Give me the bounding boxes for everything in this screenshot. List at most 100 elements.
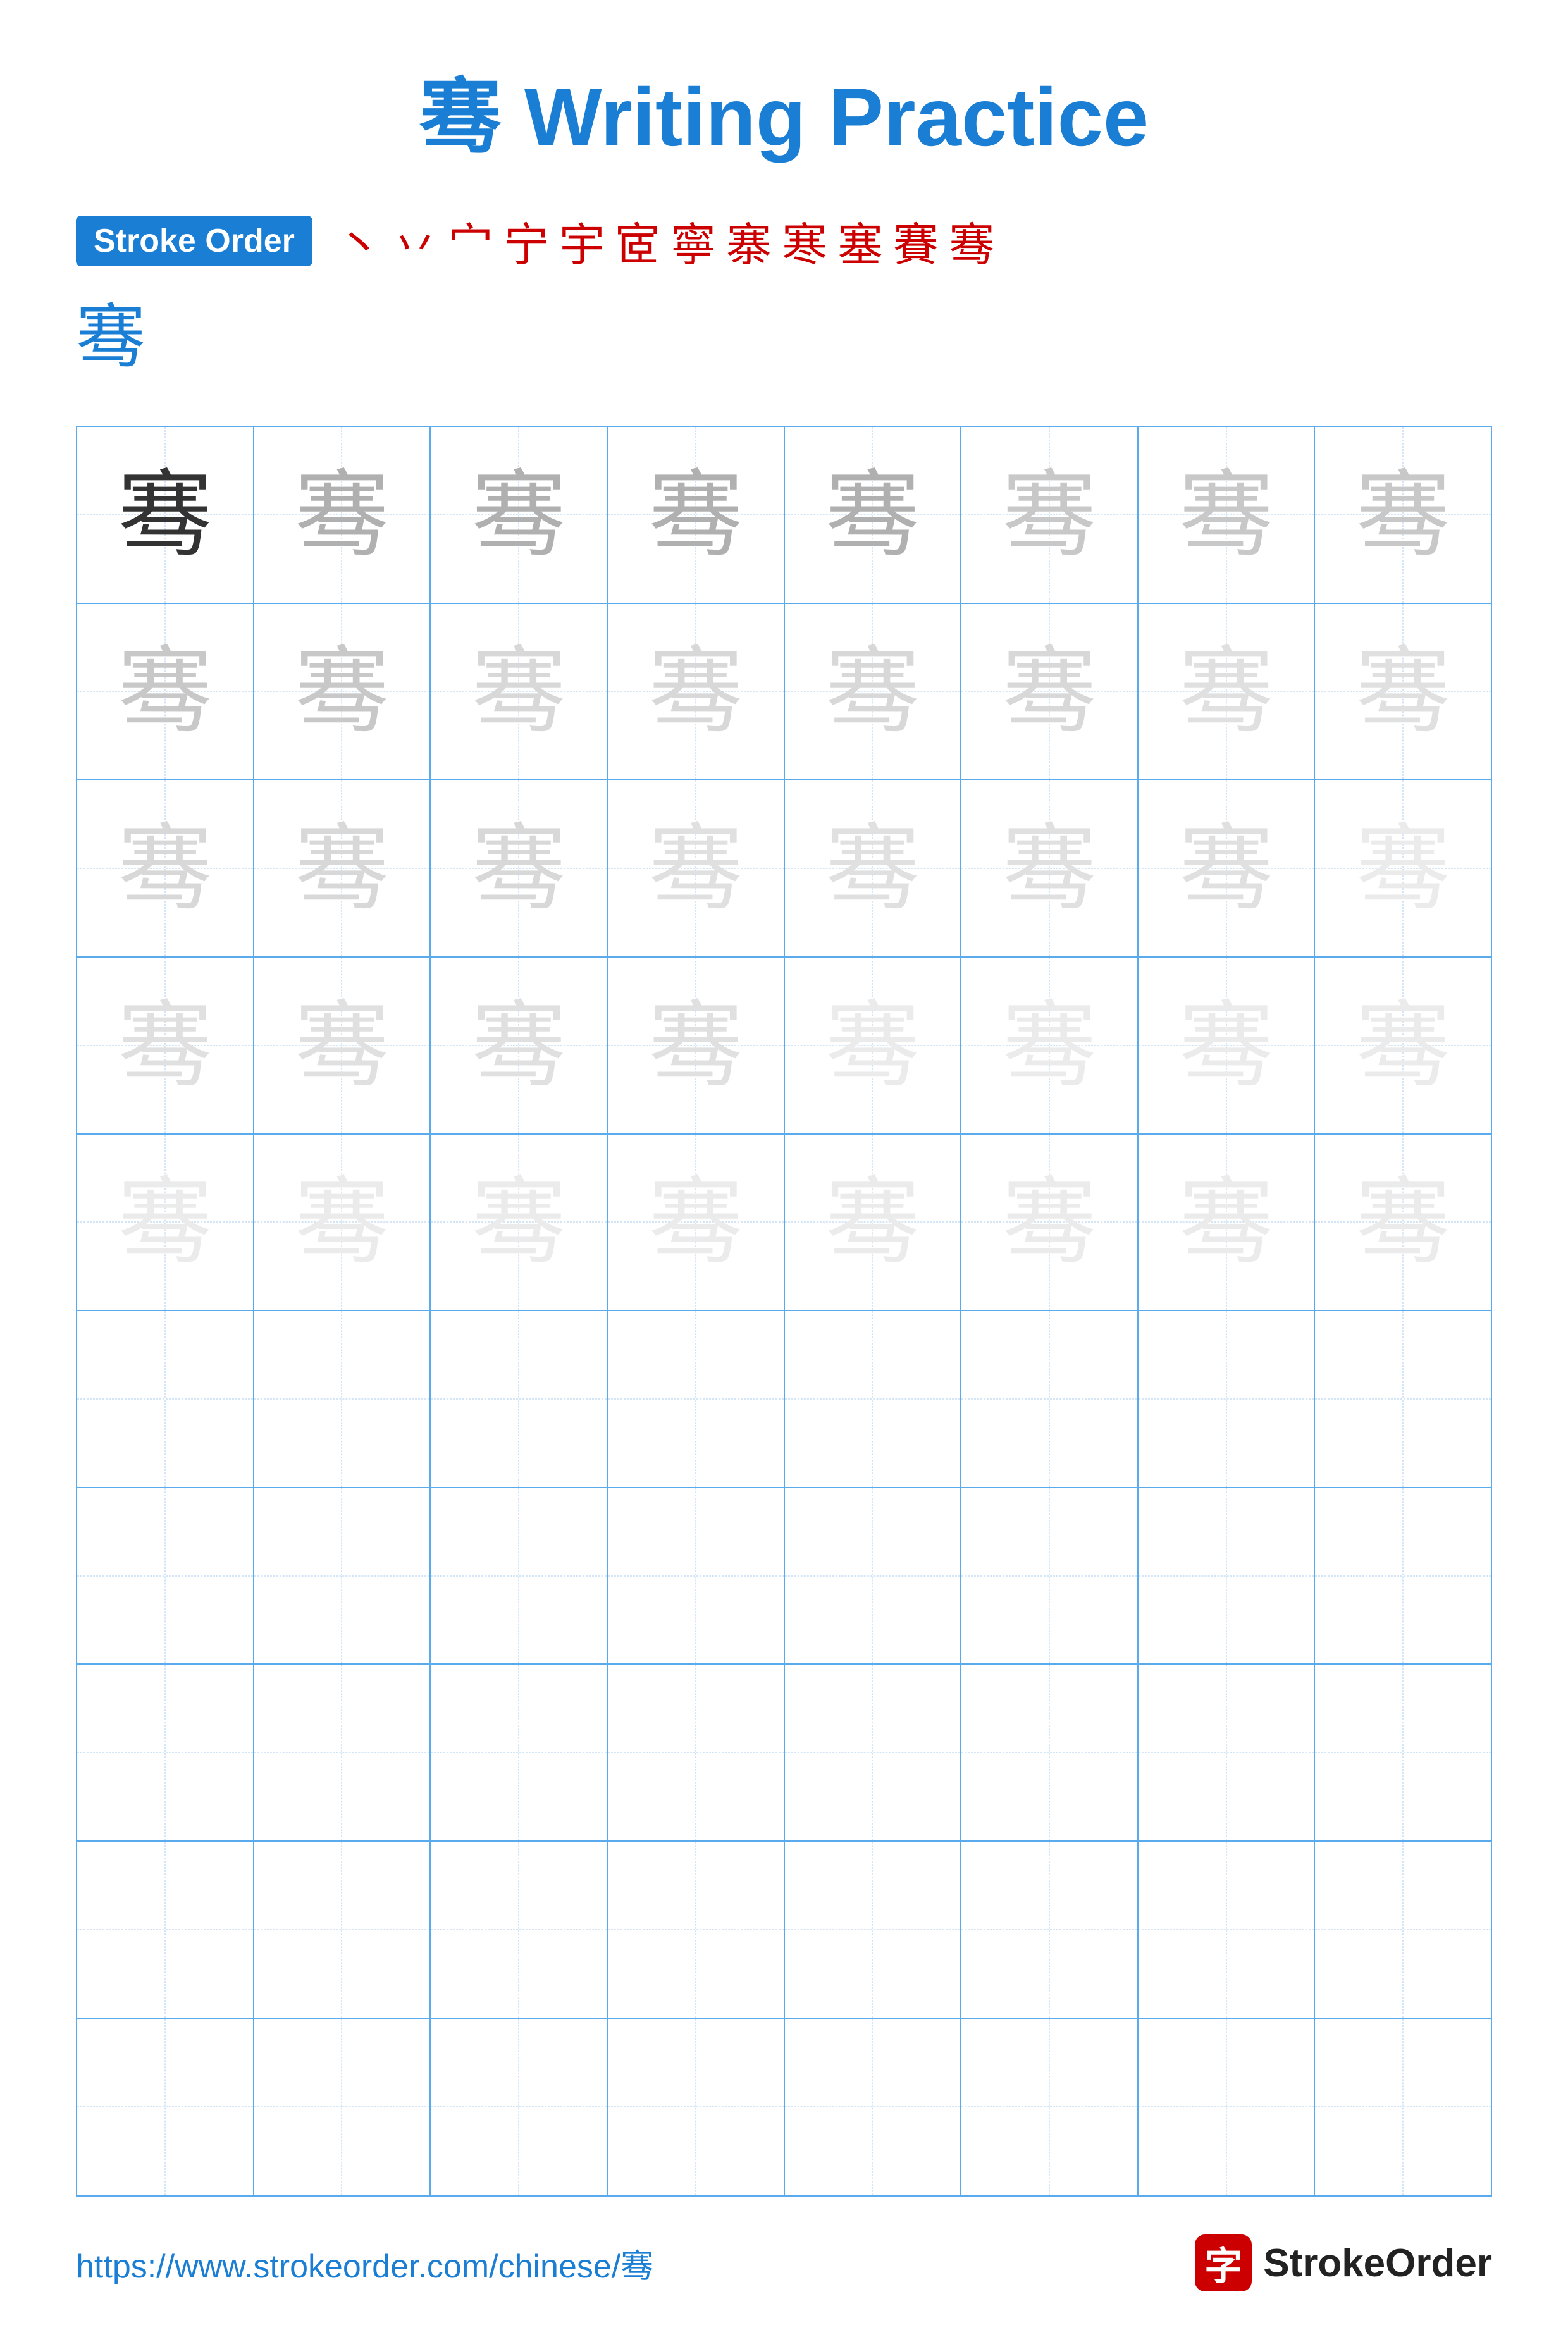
grid-cell-4-7[interactable]: 骞: [1315, 1135, 1491, 1312]
grid-cell-9-6[interactable]: [1139, 2019, 1316, 2196]
grid-cell-8-4[interactable]: [785, 1842, 962, 2019]
grid-cell-1-0[interactable]: 骞: [77, 604, 254, 781]
grid-cell-5-5[interactable]: [961, 1311, 1139, 1488]
grid-cell-2-5[interactable]: 骞: [961, 780, 1139, 958]
grid-cell-7-0[interactable]: [77, 1665, 254, 1842]
grid-cell-9-1[interactable]: [254, 2019, 431, 2196]
grid-cell-0-7[interactable]: 骞: [1315, 427, 1491, 604]
grid-cell-6-0[interactable]: [77, 1488, 254, 1665]
grid-cell-7-6[interactable]: [1139, 1665, 1316, 1842]
stroke-step-6: 寧: [670, 207, 716, 274]
stroke-step-2: 宀: [448, 207, 493, 274]
grid-cell-1-2[interactable]: 骞: [431, 604, 608, 781]
grid-cell-6-2[interactable]: [431, 1488, 608, 1665]
grid-cell-8-0[interactable]: [77, 1842, 254, 2019]
grid-cell-7-3[interactable]: [608, 1665, 785, 1842]
grid-cell-4-0[interactable]: 骞: [77, 1135, 254, 1312]
cell-char-3-1: 骞: [294, 998, 389, 1093]
grid-cell-2-2[interactable]: 骞: [431, 780, 608, 958]
grid-cell-7-2[interactable]: [431, 1665, 608, 1842]
grid-cell-7-1[interactable]: [254, 1665, 431, 1842]
grid-cell-1-1[interactable]: 骞: [254, 604, 431, 781]
grid-cell-5-2[interactable]: [431, 1311, 608, 1488]
grid-cell-6-5[interactable]: [961, 1488, 1139, 1665]
cell-char-3-3: 骞: [648, 998, 743, 1093]
grid-cell-4-2[interactable]: 骞: [431, 1135, 608, 1312]
grid-cell-3-7[interactable]: 骞: [1315, 958, 1491, 1135]
grid-row-7: [77, 1665, 1491, 1842]
grid-cell-3-4[interactable]: 骞: [785, 958, 962, 1135]
cell-char-3-4: 骞: [825, 998, 920, 1093]
grid-cell-2-6[interactable]: 骞: [1139, 780, 1316, 958]
grid-cell-2-4[interactable]: 骞: [785, 780, 962, 958]
stroke-step-8: 寒: [782, 207, 827, 274]
cell-char-4-0: 骞: [118, 1174, 213, 1269]
grid-cell-7-5[interactable]: [961, 1665, 1139, 1842]
grid-cell-3-2[interactable]: 骞: [431, 958, 608, 1135]
grid-cell-3-1[interactable]: 骞: [254, 958, 431, 1135]
grid-cell-5-3[interactable]: [608, 1311, 785, 1488]
grid-cell-6-7[interactable]: [1315, 1488, 1491, 1665]
grid-row-5: [77, 1311, 1491, 1488]
cell-char-4-4: 骞: [825, 1174, 920, 1269]
grid-cell-4-3[interactable]: 骞: [608, 1135, 785, 1312]
cell-char-0-3: 骞: [648, 467, 743, 562]
grid-cell-6-1[interactable]: [254, 1488, 431, 1665]
grid-cell-9-5[interactable]: [961, 2019, 1139, 2196]
grid-cell-4-5[interactable]: 骞: [961, 1135, 1139, 1312]
grid-cell-9-4[interactable]: [785, 2019, 962, 2196]
grid-cell-1-5[interactable]: 骞: [961, 604, 1139, 781]
grid-cell-2-7[interactable]: 骞: [1315, 780, 1491, 958]
grid-cell-5-4[interactable]: [785, 1311, 962, 1488]
grid-cell-7-4[interactable]: [785, 1665, 962, 1842]
grid-cell-9-3[interactable]: [608, 2019, 785, 2196]
grid-cell-3-6[interactable]: 骞: [1139, 958, 1316, 1135]
grid-cell-5-6[interactable]: [1139, 1311, 1316, 1488]
grid-cell-8-5[interactable]: [961, 1842, 1139, 2019]
grid-cell-9-2[interactable]: [431, 2019, 608, 2196]
cell-char-3-6: 骞: [1179, 998, 1274, 1093]
grid-cell-6-6[interactable]: [1139, 1488, 1316, 1665]
cell-char-3-0: 骞: [118, 998, 213, 1093]
practice-grid: 骞骞骞骞骞骞骞骞骞骞骞骞骞骞骞骞骞骞骞骞骞骞骞骞骞骞骞骞骞骞骞骞骞骞骞骞骞骞骞骞: [76, 426, 1492, 2197]
grid-cell-5-1[interactable]: [254, 1311, 431, 1488]
grid-cell-7-7[interactable]: [1315, 1665, 1491, 1842]
grid-cell-2-1[interactable]: 骞: [254, 780, 431, 958]
cell-char-0-4: 骞: [825, 467, 920, 562]
grid-cell-0-0[interactable]: 骞: [77, 427, 254, 604]
cell-char-4-5: 骞: [1002, 1174, 1097, 1269]
footer-url[interactable]: https://www.strokeorder.com/chinese/骞: [76, 2240, 653, 2287]
grid-cell-1-7[interactable]: 骞: [1315, 604, 1491, 781]
cell-char-0-5: 骞: [1002, 467, 1097, 562]
grid-cell-0-6[interactable]: 骞: [1139, 427, 1316, 604]
grid-cell-8-7[interactable]: [1315, 1842, 1491, 2019]
grid-cell-5-7[interactable]: [1315, 1311, 1491, 1488]
grid-cell-0-4[interactable]: 骞: [785, 427, 962, 604]
grid-cell-0-1[interactable]: 骞: [254, 427, 431, 604]
grid-cell-4-6[interactable]: 骞: [1139, 1135, 1316, 1312]
grid-cell-4-1[interactable]: 骞: [254, 1135, 431, 1312]
grid-cell-1-6[interactable]: 骞: [1139, 604, 1316, 781]
cell-char-2-5: 骞: [1002, 821, 1097, 916]
grid-cell-0-3[interactable]: 骞: [608, 427, 785, 604]
grid-cell-8-2[interactable]: [431, 1842, 608, 2019]
grid-cell-8-6[interactable]: [1139, 1842, 1316, 2019]
grid-cell-1-3[interactable]: 骞: [608, 604, 785, 781]
grid-cell-3-5[interactable]: 骞: [961, 958, 1139, 1135]
grid-cell-3-0[interactable]: 骞: [77, 958, 254, 1135]
grid-cell-8-1[interactable]: [254, 1842, 431, 2019]
grid-cell-0-2[interactable]: 骞: [431, 427, 608, 604]
grid-cell-6-3[interactable]: [608, 1488, 785, 1665]
grid-cell-9-0[interactable]: [77, 2019, 254, 2196]
grid-cell-3-3[interactable]: 骞: [608, 958, 785, 1135]
stroke-step-11: 骞: [949, 207, 994, 274]
grid-cell-0-5[interactable]: 骞: [961, 427, 1139, 604]
grid-cell-1-4[interactable]: 骞: [785, 604, 962, 781]
grid-cell-2-3[interactable]: 骞: [608, 780, 785, 958]
grid-cell-5-0[interactable]: [77, 1311, 254, 1488]
grid-cell-2-0[interactable]: 骞: [77, 780, 254, 958]
grid-cell-8-3[interactable]: [608, 1842, 785, 2019]
grid-cell-4-4[interactable]: 骞: [785, 1135, 962, 1312]
grid-cell-6-4[interactable]: [785, 1488, 962, 1665]
grid-cell-9-7[interactable]: [1315, 2019, 1491, 2196]
